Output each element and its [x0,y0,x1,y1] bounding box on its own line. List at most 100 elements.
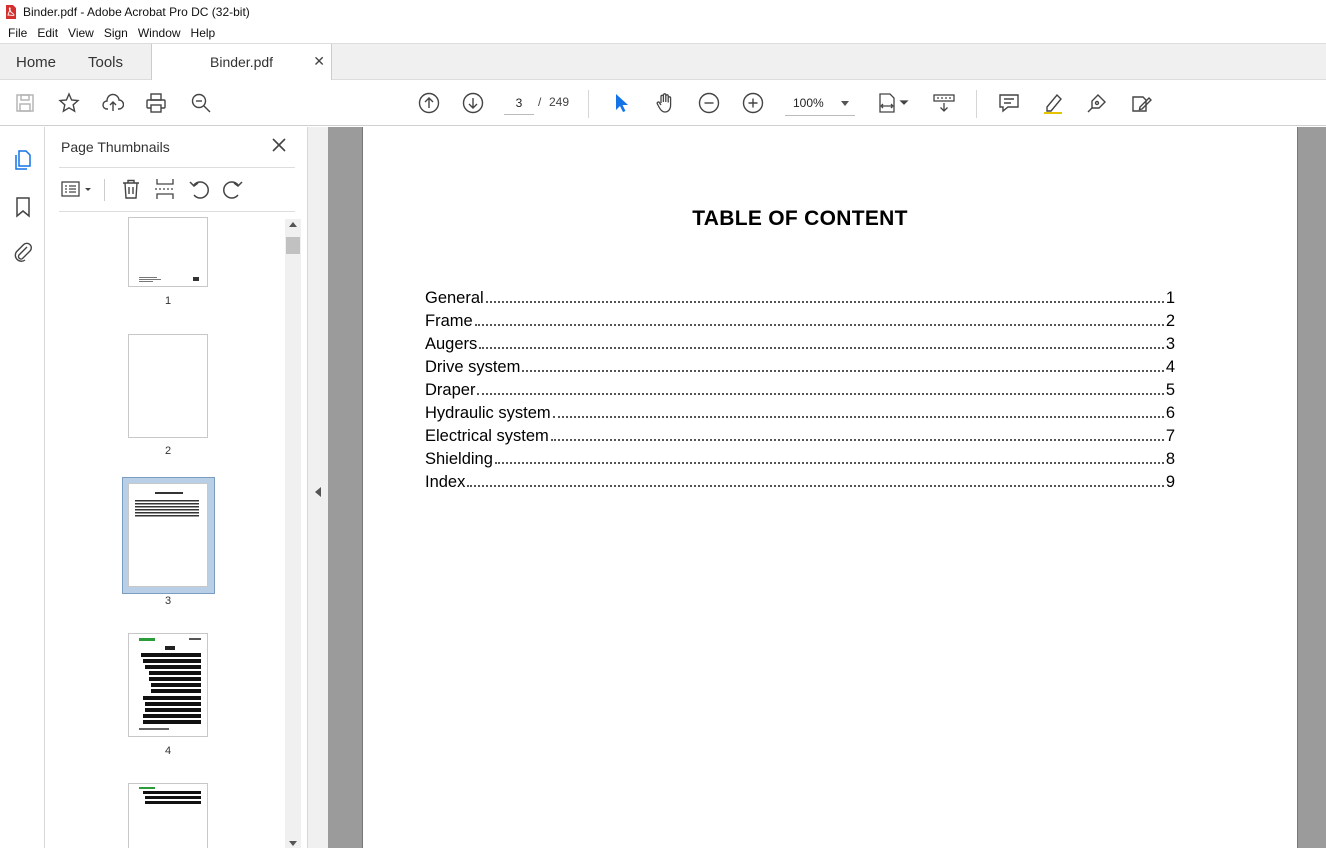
scroll-mode-icon[interactable] [932,91,956,115]
close-icon[interactable] [271,137,287,153]
star-icon[interactable] [57,91,81,115]
zoom-value: 100% [793,96,824,110]
menu-file[interactable]: File [3,26,32,40]
thumbnail-content [139,638,201,730]
current-page-input[interactable]: 3 [504,91,534,115]
toc-leader [479,347,1164,349]
menu-help[interactable]: Help [186,26,221,40]
sign-pen-icon[interactable] [1085,91,1109,115]
window-title: Binder.pdf - Adobe Acrobat Pro DC (32-bi… [23,4,250,19]
document-tab-label: Binder.pdf [210,54,274,70]
toc-row: Index 9 [425,469,1175,492]
fit-page-icon[interactable] [876,91,912,115]
toc-label: Augers [425,335,478,353]
attachment-icon[interactable] [11,240,35,264]
print-icon[interactable] [144,91,168,115]
title-bar: Binder.pdf - Adobe Acrobat Pro DC (32-bi… [0,0,1326,23]
search-zoom-icon[interactable] [189,91,213,115]
toc-row: Hydraulic system 6 [425,400,1175,423]
toc-label: Hydraulic system [425,404,551,422]
panel-toolbar-divider-2 [59,211,295,212]
thumbnail-page-4[interactable] [128,633,208,737]
thumbnail-content [139,277,199,282]
bookmark-icon[interactable] [11,195,35,219]
menu-window[interactable]: Window [133,26,186,40]
thumbnail-list: 1 2 3 4 [45,215,285,848]
delete-page-icon[interactable] [119,177,143,201]
collapse-panel-icon[interactable] [315,487,321,497]
toc-leader [477,393,1164,395]
toc-leader [552,416,1164,418]
page-separator: / [538,95,542,109]
page-thumbnails-icon[interactable] [11,148,35,172]
toc-row: Augers 3 [425,331,1175,354]
zoom-in-icon[interactable] [741,91,765,115]
toc-page: 6 [1165,404,1175,422]
toc-page: 4 [1165,358,1175,376]
comment-icon[interactable] [997,91,1021,115]
page-title: TABLE OF CONTENT [692,207,908,230]
scrollbar-thumb[interactable] [286,237,300,254]
table-of-contents: General 1 Frame 2 Augers 3 Drive system 4 Dr… [425,285,1175,492]
toc-row: Shielding 8 [425,446,1175,469]
tab-bar: Home Tools Binder.pdf ✕ [0,43,1326,81]
rotate-clockwise-icon[interactable] [221,177,245,201]
thumbnail-page-2[interactable] [128,334,208,438]
thumbnail-content [135,492,199,517]
total-pages: 249 [549,95,570,109]
thumbnail-label: 4 [164,745,172,757]
page-up-icon[interactable] [417,91,441,115]
toc-label: Drive system [425,358,521,376]
menu-view[interactable]: View [63,26,99,40]
thumbnail-scrollbar[interactable] [285,219,301,848]
zoom-out-icon[interactable] [697,91,721,115]
thumbnail-content [139,787,201,804]
save-icon[interactable] [13,91,37,115]
thumbnail-label: 1 [164,295,172,307]
page-down-icon[interactable] [461,91,485,115]
toc-row: Draper 5 [425,377,1175,400]
toc-page: 2 [1165,312,1175,330]
toc-page: 8 [1165,450,1175,468]
hand-icon[interactable] [653,91,677,115]
thumbnail-page-1[interactable] [128,217,208,287]
tab-document[interactable]: Binder.pdf ✕ [151,44,332,81]
toc-leader [467,485,1164,487]
rotate-counterclockwise-icon[interactable] [187,177,211,201]
toc-page: 7 [1165,427,1175,445]
toc-row: General 1 [425,285,1175,308]
close-tab-icon[interactable]: ✕ [313,53,325,70]
menu-sign[interactable]: Sign [99,26,133,40]
thumbnail-options-icon[interactable] [59,177,97,201]
toc-label: Shielding [425,450,493,468]
upload-icon[interactable] [101,91,125,115]
thumbnail-page-5[interactable] [128,783,208,848]
tab-home[interactable]: Home [16,44,56,80]
toc-leader [494,462,1164,464]
toc-page: 1 [1165,289,1175,307]
thumbnail-page-3[interactable] [128,483,208,587]
select-cursor-icon[interactable] [609,91,633,115]
toc-page: 5 [1165,381,1175,399]
thumbnail-label: 2 [164,445,172,457]
toc-row: Frame 2 [425,308,1175,331]
zoom-select[interactable]: 100% [785,91,855,116]
toc-label: Frame [425,312,473,330]
document-view[interactable]: TABLE OF CONTENT General 1 Frame 2 Augers 3… [328,127,1326,848]
menu-bar: File Edit View Sign Window Help [0,23,1326,43]
thumbnails-panel: Page Thumbnails 1 2 3 4 [45,127,307,848]
scroll-up-icon[interactable] [289,222,297,227]
toc-label: Draper [425,381,476,399]
acrobat-pdf-icon [6,4,16,19]
insert-page-icon[interactable] [153,177,177,201]
panel-divider [59,167,295,168]
tab-tools[interactable]: Tools [88,44,123,80]
edit-sign-icon[interactable] [1129,91,1153,115]
highlight-icon[interactable] [1041,91,1065,115]
panel-splitter[interactable] [307,127,328,848]
toc-label: Index [425,473,466,491]
menu-edit[interactable]: Edit [32,26,63,40]
scroll-down-icon[interactable] [289,841,297,846]
pdf-page: TABLE OF CONTENT General 1 Frame 2 Augers 3… [362,127,1298,848]
toolbar-divider-2 [976,90,977,118]
